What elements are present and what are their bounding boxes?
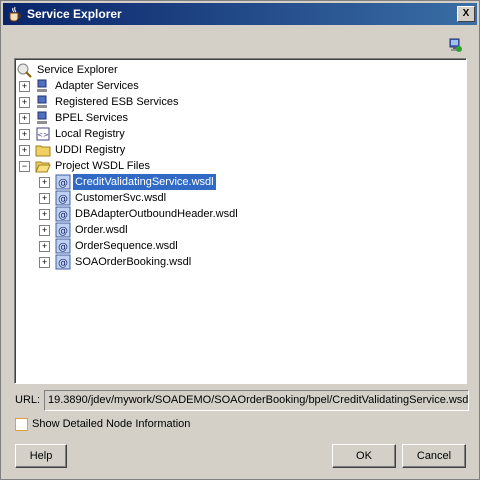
svg-text:@: @ bbox=[58, 194, 68, 205]
esb-icon bbox=[37, 95, 47, 108]
expand-icon[interactable]: + bbox=[39, 241, 50, 252]
close-button[interactable]: X bbox=[457, 6, 475, 22]
tree-item-label: Registered ESB Services bbox=[55, 96, 179, 108]
wsdl-icon: @ bbox=[55, 254, 71, 270]
cancel-button[interactable]: Cancel bbox=[402, 444, 466, 468]
coffee-cup-icon bbox=[9, 6, 21, 22]
tree-item-label: Local Registry bbox=[55, 128, 125, 140]
svg-text:@: @ bbox=[58, 178, 68, 189]
expand-icon[interactable]: + bbox=[39, 193, 50, 204]
title-bar[interactable]: Service Explorer X bbox=[3, 3, 477, 25]
wsdl-item-label: SOAOrderBooking.wsdl bbox=[75, 256, 192, 268]
show-detailed-checkbox[interactable] bbox=[15, 418, 28, 431]
collapse-icon[interactable]: − bbox=[19, 161, 30, 172]
url-label: URL: bbox=[15, 394, 41, 406]
service-tree[interactable]: Service Explorer + Adapter Services + Re… bbox=[14, 58, 467, 384]
registry-icon: <> bbox=[36, 127, 50, 141]
show-detailed-label[interactable]: Show Detailed Node Information bbox=[32, 418, 190, 430]
expand-icon[interactable]: + bbox=[19, 81, 30, 92]
folder-icon bbox=[35, 145, 51, 157]
refresh-icon[interactable] bbox=[447, 37, 463, 53]
wsdl-icon: @ bbox=[55, 190, 71, 206]
expand-icon[interactable]: + bbox=[39, 177, 50, 188]
svg-text:@: @ bbox=[58, 226, 68, 237]
expand-icon[interactable]: + bbox=[19, 145, 30, 156]
expand-icon[interactable]: + bbox=[39, 209, 50, 220]
wsdl-icon: @ bbox=[55, 222, 71, 238]
tree-item-label: UDDI Registry bbox=[55, 144, 126, 156]
adapter-icon bbox=[37, 79, 47, 92]
ok-button[interactable]: OK bbox=[332, 444, 396, 468]
svg-text:@: @ bbox=[58, 242, 68, 253]
service-explorer-icon bbox=[17, 63, 32, 78]
svg-text:@: @ bbox=[58, 210, 68, 221]
expand-icon[interactable]: + bbox=[19, 129, 30, 140]
expand-icon[interactable]: + bbox=[39, 225, 50, 236]
expand-icon[interactable]: + bbox=[19, 113, 30, 124]
svg-text:<>: <> bbox=[37, 131, 49, 139]
wsdl-item-label: CustomerSvc.wsdl bbox=[75, 192, 167, 204]
expand-icon[interactable]: + bbox=[39, 257, 50, 268]
tree-root-label: Service Explorer bbox=[37, 64, 118, 76]
window-title: Service Explorer bbox=[27, 7, 122, 21]
tree-item-label: Project WSDL Files bbox=[55, 160, 150, 172]
svg-text:@: @ bbox=[58, 258, 68, 269]
wsdl-item-label: CreditValidatingService.wsdl bbox=[72, 173, 217, 191]
wsdl-item-label: OrderSequence.wsdl bbox=[75, 240, 178, 252]
wsdl-icon: @ bbox=[55, 206, 71, 222]
wsdl-icon: @ bbox=[55, 238, 71, 254]
expand-icon[interactable]: + bbox=[19, 97, 30, 108]
tree-item-label: Adapter Services bbox=[55, 80, 139, 92]
service-explorer-dialog: Service Explorer X Service Explorer + Ad… bbox=[0, 0, 480, 480]
help-button[interactable]: Help bbox=[15, 444, 67, 468]
folder-open-icon bbox=[35, 161, 51, 173]
wsdl-item-label: DBAdapterOutboundHeader.wsdl bbox=[75, 208, 238, 220]
url-field[interactable]: 19.3890/jdev/mywork/SOADEMO/SOAOrderBook… bbox=[44, 390, 469, 411]
wsdl-item-label: Order.wsdl bbox=[75, 224, 128, 236]
bpel-icon bbox=[37, 111, 47, 124]
tree-item-label: BPEL Services bbox=[55, 112, 128, 124]
wsdl-icon: @ bbox=[55, 174, 71, 190]
